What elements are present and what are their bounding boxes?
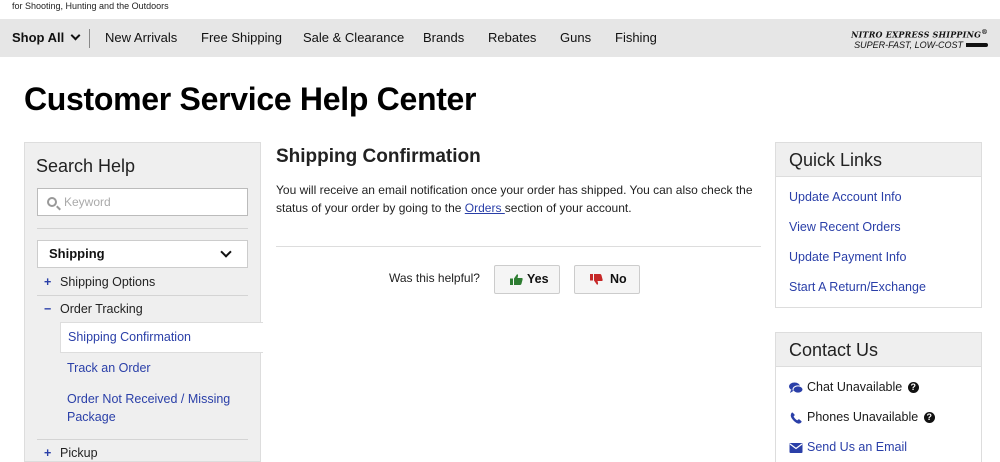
search-help-title: Search Help xyxy=(36,156,136,176)
quick-links-title: Quick Links xyxy=(776,143,981,177)
shop-all-menu[interactable]: Shop All xyxy=(12,19,81,57)
expand-icon: + xyxy=(44,446,52,460)
tree-item-pickup[interactable]: + Pickup xyxy=(44,446,98,460)
keyword-search-box xyxy=(37,188,248,216)
content-divider xyxy=(276,246,761,247)
orders-link[interactable]: Orders xyxy=(465,201,505,215)
keyword-search-input[interactable] xyxy=(64,189,244,215)
envelope-icon xyxy=(789,442,803,453)
nav-fishing[interactable]: Fishing xyxy=(615,19,657,57)
chat-status-label: Chat Unavailable xyxy=(807,380,903,394)
contact-us-box: Contact Us Chat Unavailable ? Phones Una… xyxy=(775,332,982,462)
email-link-row[interactable]: Send Us an Email xyxy=(789,440,907,454)
site-tagline: for Shooting, Hunting and the Outdoors xyxy=(12,1,169,11)
collapse-icon: − xyxy=(44,302,52,316)
panel-divider xyxy=(37,439,248,440)
subitem-label: Shipping Confirmation xyxy=(68,330,191,344)
help-icon[interactable]: ? xyxy=(923,412,935,423)
thumbs-up-icon xyxy=(510,274,523,285)
shop-all-label: Shop All xyxy=(12,30,65,45)
tree-item-label: Order Tracking xyxy=(60,302,143,316)
nav-free-shipping[interactable]: Free Shipping xyxy=(201,19,282,57)
main-nav: Shop All New Arrivals Free Shipping Sale… xyxy=(0,19,1000,57)
link-view-recent-orders[interactable]: View Recent Orders xyxy=(789,220,901,234)
chevron-down-icon xyxy=(70,30,81,41)
tree-item-label: Pickup xyxy=(60,446,98,460)
link-update-account-info[interactable]: Update Account Info xyxy=(789,190,902,204)
subitem-track-an-order[interactable]: Track an Order xyxy=(67,359,151,377)
helpful-question: Was this helpful? xyxy=(389,271,480,285)
article-body: You will receive an email notification o… xyxy=(276,181,761,217)
category-select[interactable]: Shipping xyxy=(37,240,248,268)
help-icon[interactable]: ? xyxy=(907,382,919,393)
quick-links-box: Quick Links Update Account Info View Rec… xyxy=(775,142,982,308)
phone-status-label: Phones Unavailable xyxy=(807,410,919,424)
tree-item-order-tracking[interactable]: − Order Tracking xyxy=(44,302,143,316)
helpful-no-button[interactable]: No xyxy=(574,265,640,294)
nitro-subtitle: SUPER-FAST, LOW-COST xyxy=(854,39,963,50)
link-update-payment-info[interactable]: Update Payment Info xyxy=(789,250,906,264)
article-title: Shipping Confirmation xyxy=(276,146,481,167)
chevron-down-icon xyxy=(220,246,232,258)
subitem-order-not-received[interactable]: Order Not Received / Missing Package xyxy=(67,390,247,426)
phone-icon xyxy=(790,412,802,424)
phone-status: Phones Unavailable ? xyxy=(789,410,935,424)
nav-rebates[interactable]: Rebates xyxy=(488,19,536,57)
tree-item-shipping-options[interactable]: + Shipping Options xyxy=(44,275,155,289)
nav-new-arrivals[interactable]: New Arrivals xyxy=(105,19,177,57)
search-icon xyxy=(47,197,57,207)
page-title: Customer Service Help Center xyxy=(24,81,477,117)
article-text: section of your account. xyxy=(504,201,632,215)
nav-sale-clearance[interactable]: Sale & Clearance xyxy=(303,19,404,57)
search-help-panel: Search Help Shipping + Shipping Options −… xyxy=(24,142,263,462)
nav-guns[interactable]: Guns xyxy=(560,19,591,57)
registered-mark: ® xyxy=(981,28,988,36)
helpful-yes-button[interactable]: Yes xyxy=(494,265,560,294)
send-email-link[interactable]: Send Us an Email xyxy=(807,440,907,454)
bullet-icon xyxy=(966,43,988,48)
link-start-return-exchange[interactable]: Start A Return/Exchange xyxy=(789,280,926,294)
nitro-shipping-promo[interactable]: NITRO EXPRESS SHIPPING® SUPER-FAST, LOW-… xyxy=(851,27,988,51)
tree-item-label: Shipping Options xyxy=(60,275,156,289)
thumbs-down-icon xyxy=(590,274,603,285)
subitem-shipping-confirmation[interactable]: Shipping Confirmation xyxy=(60,322,263,353)
panel-divider xyxy=(37,295,248,296)
yes-label: Yes xyxy=(527,272,549,286)
chat-bubbles-icon xyxy=(789,382,803,394)
chat-status: Chat Unavailable ? xyxy=(789,380,919,394)
nav-brands[interactable]: Brands xyxy=(423,19,464,57)
nitro-title: NITRO EXPRESS SHIPPING xyxy=(851,29,982,40)
no-label: No xyxy=(610,272,627,286)
panel-divider xyxy=(37,228,248,229)
nav-divider xyxy=(89,29,90,48)
expand-icon: + xyxy=(44,275,52,289)
category-select-value: Shipping xyxy=(49,246,105,261)
contact-us-title: Contact Us xyxy=(776,333,981,367)
